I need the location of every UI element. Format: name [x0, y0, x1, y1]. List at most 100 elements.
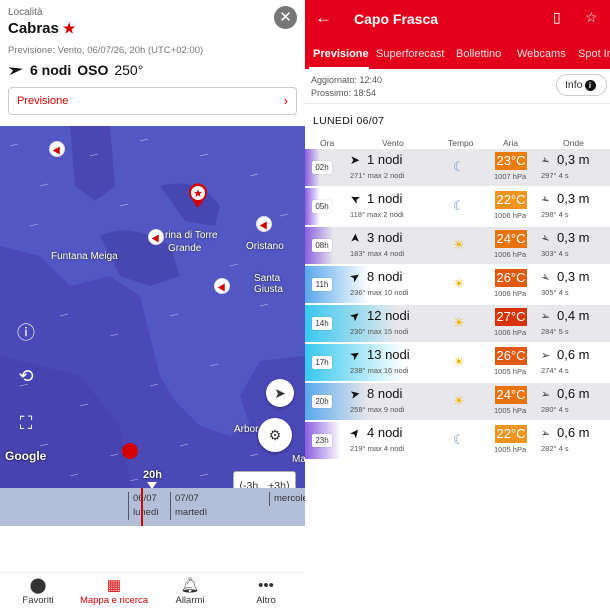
spot-title: Capo Frasca: [354, 11, 439, 27]
place-label: rina di Torre: [165, 230, 218, 241]
air-temperature: 27°C: [495, 308, 527, 326]
google-logo: Google: [5, 449, 47, 463]
wave-height: 0,6 m: [557, 425, 590, 440]
air-pressure: 1006 hPa: [494, 328, 527, 337]
wave-height: 0,3 m: [557, 269, 590, 284]
wave-direction-arrow-icon: ➢: [538, 192, 553, 208]
navigation-arrow-icon: ➤: [274, 385, 286, 401]
nav-mappa-ricerca[interactable]: ▦ Mappa e ricerca: [76, 577, 152, 606]
info-icon: i: [584, 80, 596, 91]
air-pressure: 1005 hPa: [494, 445, 527, 454]
tab-spot-info[interactable]: Spot Info: [578, 48, 610, 60]
wind-direction-arrow-icon: ➤: [349, 152, 361, 168]
location-pin-icon: ⬤: [29, 577, 47, 594]
nav-altro[interactable]: ••• Altro: [228, 577, 304, 606]
wind-details: 238° max 16 nodi: [350, 366, 409, 375]
hour-label: 23h: [312, 434, 332, 447]
place-label: Santa Giusta: [254, 273, 283, 295]
air-pressure: 1006 hPa: [494, 250, 527, 259]
wind-details: 183° max 4 nodi: [350, 249, 405, 258]
wind-speed: 8 nodi: [367, 269, 403, 284]
air-temperature: 24°C: [495, 230, 527, 248]
map-icon[interactable]: ▯: [553, 9, 561, 26]
rotation-lock-icon[interactable]: ⟲: [14, 366, 38, 387]
timeline-day[interactable]: mercole: [269, 492, 305, 506]
wind-knots: 6 nodi: [30, 62, 72, 78]
nav-allarmi[interactable]: 🔔︎ Allarmi: [152, 577, 228, 606]
close-button[interactable]: ✕: [274, 6, 297, 29]
column-header-tempo: Tempo: [448, 138, 474, 148]
wave-details: 280° 4 s: [541, 405, 569, 414]
air-temperature: 24°C: [495, 386, 527, 404]
fullscreen-icon[interactable]: ⛶: [14, 413, 38, 434]
map-layers-button[interactable]: ⚙: [258, 418, 292, 452]
tab-superforecast[interactable]: Superforecast: [376, 48, 444, 60]
bell-icon: 🔔︎: [180, 577, 200, 594]
spot-pin[interactable]: [214, 278, 230, 294]
air-pressure: 1007 hPa: [494, 172, 527, 181]
wind-direction-arrow-icon: ➤: [346, 424, 364, 442]
forecast-row[interactable]: 02h ➤ 1 nodi 271° max 2 nodi ☾ 23°C 1007 hPa ➢ 0…: [305, 149, 610, 186]
sun-icon: ☀: [453, 393, 465, 408]
more-icon: •••: [258, 577, 274, 594]
favorite-spot-pin[interactable]: ★: [187, 183, 209, 209]
forecast-row[interactable]: 23h ➤ 4 nodi 219° max 4 nodi ☾ 22°C 1005 hPa ➢ 0…: [305, 422, 610, 459]
favorite-star-icon[interactable]: ★: [63, 20, 76, 36]
hour-label: 05h: [312, 200, 332, 213]
wave-direction-arrow-icon: ➢: [538, 153, 553, 169]
wind-direction-arrow-icon: ➤: [347, 232, 363, 244]
forecast-row[interactable]: 11h ➤ 8 nodi 236° max 10 nodi ☀ 26°C 1006 hPa ➢…: [305, 266, 610, 303]
back-arrow-icon[interactable]: ←: [315, 8, 332, 28]
favorite-star-icon[interactable]: ☆: [585, 9, 598, 26]
forecast-row[interactable]: 14h ➤ 12 nodi 230° max 15 nodi ☀ 27°C 1006 hPa…: [305, 305, 610, 342]
forecast-row[interactable]: 20h ➤ 8 nodi 258° max 9 nodi ☀ 24°C 1005 hPa ➢ 0…: [305, 383, 610, 420]
place-label: Ma: [292, 454, 305, 465]
tab-previsione[interactable]: Previsione: [313, 48, 369, 60]
spot-pin[interactable]: [148, 229, 164, 245]
forecast-row[interactable]: 17h ➤ 13 nodi 238° max 16 nodi ☀ 26°C 1005 hPa…: [305, 344, 610, 381]
spot-pin[interactable]: [256, 216, 272, 232]
air-temperature: 26°C: [495, 269, 527, 287]
location-name-text: Cabras: [8, 20, 59, 37]
place-label: Funtana Meiga: [51, 251, 118, 262]
info-button[interactable]: Info i: [556, 74, 607, 96]
wind-speed: 4 nodi: [367, 425, 403, 440]
forecast-row[interactable]: 05h ➤ 1 nodi 118° max 2 nodi ☾ 22°C 1006 hPa ➢ 0…: [305, 188, 610, 225]
wind-details: 219° max 4 nodi: [350, 444, 405, 453]
hour-label: 20h: [312, 395, 332, 408]
column-header-aria: Aria: [503, 138, 519, 148]
air-pressure: 1005 hPa: [494, 406, 527, 415]
timeline-day[interactable]: 06/07 lunedì: [128, 492, 159, 520]
wind-map[interactable]: ★ Funtana Meiga rina di Torre Grande Ori…: [0, 126, 305, 526]
air-pressure: 1006 hPa: [494, 289, 527, 298]
spot-pin[interactable]: [49, 141, 65, 157]
wave-details: 297° 4 s: [541, 171, 569, 180]
timeline[interactable]: 06/07 lunedì 07/07 martedì mercole: [0, 488, 305, 526]
moon-icon: ☾: [453, 432, 465, 447]
nav-favoriti[interactable]: ⬤ Favoriti: [0, 577, 76, 606]
previsione-button[interactable]: Previsione ›: [8, 87, 297, 115]
locate-button[interactable]: ➤: [266, 379, 294, 407]
wave-direction-arrow-icon: ➢: [539, 388, 552, 402]
tab-bollettino[interactable]: Bollettino: [456, 48, 501, 60]
map-settings-icon: ⚙: [268, 427, 282, 443]
timeline-day[interactable]: 07/07 martedì: [170, 492, 207, 520]
user-location-pin[interactable]: [122, 443, 138, 459]
map-background: [0, 126, 305, 526]
air-temperature: 22°C: [495, 425, 527, 443]
tab-webcams[interactable]: Webcams: [517, 48, 566, 60]
spot-forecast-panel: ← Capo Frasca ▯ ☆ Previsione Superforeca…: [305, 0, 610, 614]
place-label: Grande: [168, 243, 202, 254]
wave-details: 282° 4 s: [541, 444, 569, 453]
close-icon: ✕: [279, 9, 292, 26]
wave-direction-arrow-icon: ➢: [539, 427, 552, 441]
forecast-row[interactable]: 08h ➤ 3 nodi 183° max 4 nodi ☀ 24°C 1006 hPa ➢ 0…: [305, 227, 610, 264]
wind-speed: 1 nodi: [367, 191, 403, 206]
map-search-icon: ▦: [106, 577, 122, 594]
air-temperature: 23°C: [495, 152, 527, 170]
wave-height: 0,3 m: [557, 152, 590, 167]
wave-details: 305° 4 s: [541, 288, 569, 297]
info-icon[interactable]: ⓘ: [14, 319, 38, 345]
hour-label: 08h: [312, 239, 332, 252]
hour-label: 17h: [312, 356, 332, 369]
